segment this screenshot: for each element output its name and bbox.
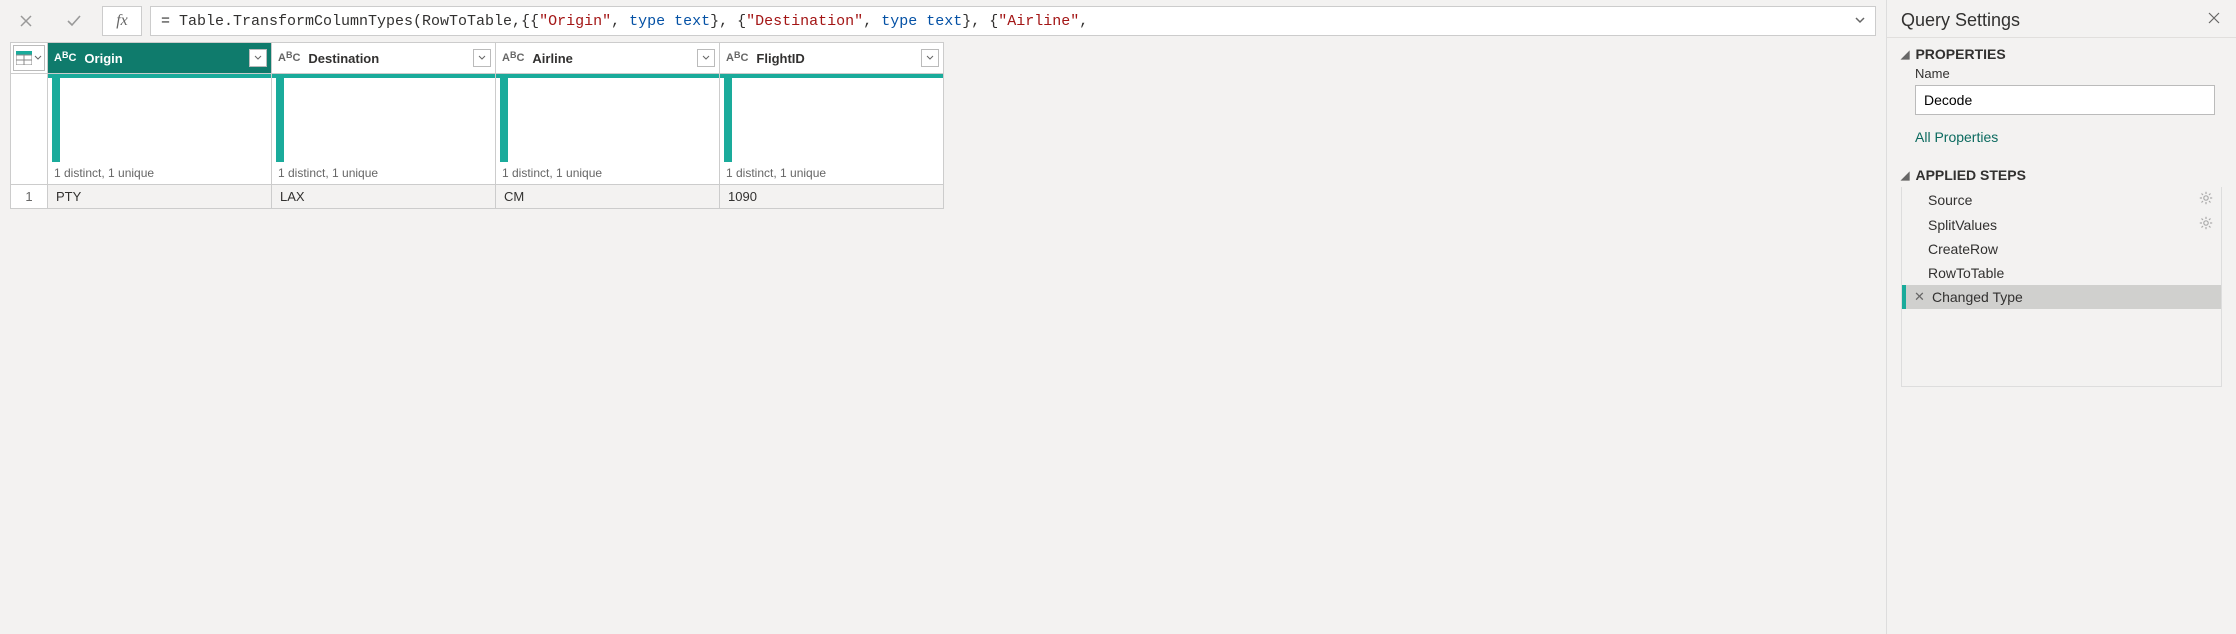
table-corner-button[interactable] bbox=[11, 43, 48, 74]
chevron-down-icon bbox=[926, 54, 934, 62]
distribution-spark bbox=[500, 74, 508, 162]
collapse-triangle-icon: ◢ bbox=[1901, 169, 1909, 182]
column-filter-button[interactable] bbox=[697, 49, 715, 67]
quality-label: 1 distinct, 1 unique bbox=[720, 162, 943, 184]
gear-icon bbox=[2199, 216, 2213, 230]
query-settings-panel: Query Settings ◢ PROPERTIES Name All Pro… bbox=[1886, 0, 2236, 634]
quality-bar bbox=[496, 74, 719, 78]
quality-label: 1 distinct, 1 unique bbox=[496, 162, 719, 184]
applied-steps-section: ◢ APPLIED STEPS Source SplitValues CreateR… bbox=[1887, 159, 2236, 387]
applied-step[interactable]: RowToTable bbox=[1902, 261, 2221, 285]
cancel-formula-button[interactable] bbox=[6, 6, 46, 36]
column-header[interactable]: ABC Destination bbox=[272, 43, 496, 74]
quality-bar bbox=[272, 74, 495, 78]
applied-step[interactable]: ✕ Changed Type bbox=[1902, 285, 2221, 309]
check-icon bbox=[65, 12, 83, 30]
gear-icon bbox=[2199, 191, 2213, 205]
panel-header: Query Settings bbox=[1887, 0, 2236, 38]
cell[interactable]: LAX bbox=[272, 185, 496, 209]
distribution-spark bbox=[52, 74, 60, 162]
column-filter-button[interactable] bbox=[921, 49, 939, 67]
collapse-triangle-icon: ◢ bbox=[1901, 48, 1909, 61]
step-settings-button[interactable] bbox=[2199, 216, 2213, 233]
column-name: Destination bbox=[306, 51, 469, 66]
data-table-wrap: ABC Origin ABC Destination ABC Airline ABC Flig… bbox=[0, 42, 1886, 209]
distribution-spark bbox=[724, 74, 732, 162]
column-name: Airline bbox=[530, 51, 693, 66]
step-label: CreateRow bbox=[1928, 241, 1998, 257]
step-settings-button[interactable] bbox=[2199, 191, 2213, 208]
main-area: fx = Table.TransformColumnTypes(RowToTab… bbox=[0, 0, 1886, 634]
chevron-down-icon bbox=[34, 54, 42, 62]
close-panel-button[interactable] bbox=[2206, 10, 2222, 31]
data-grid: ABC Origin ABC Destination ABC Airline ABC Flig… bbox=[10, 42, 944, 209]
cell[interactable]: CM bbox=[496, 185, 720, 209]
column-name: Origin bbox=[82, 51, 245, 66]
column-header[interactable]: ABC FlightID bbox=[720, 43, 944, 74]
panel-title: Query Settings bbox=[1901, 10, 2020, 31]
distribution-spark bbox=[276, 74, 284, 162]
quality-label: 1 distinct, 1 unique bbox=[48, 162, 271, 184]
header-row: ABC Origin ABC Destination ABC Airline ABC Flig… bbox=[11, 43, 944, 74]
formula-bar: fx = Table.TransformColumnTypes(RowToTab… bbox=[0, 0, 1886, 42]
cell[interactable]: PTY bbox=[48, 185, 272, 209]
type-text-icon[interactable]: ABC bbox=[724, 52, 750, 64]
step-label: SplitValues bbox=[1928, 217, 1997, 233]
steps-list: Source SplitValues CreateRow RowToTable✕ Cha… bbox=[1901, 187, 2222, 387]
column-header[interactable]: ABC Origin bbox=[48, 43, 272, 74]
cell[interactable]: 1090 bbox=[720, 185, 944, 209]
fx-button[interactable]: fx bbox=[102, 6, 142, 36]
chevron-down-icon bbox=[702, 54, 710, 62]
formula-text: = Table.TransformColumnTypes(RowToTable,… bbox=[161, 13, 1088, 30]
properties-label: PROPERTIES bbox=[1915, 46, 2005, 62]
step-label: RowToTable bbox=[1928, 265, 2004, 281]
query-name-input[interactable] bbox=[1915, 85, 2215, 115]
quality-bar bbox=[48, 74, 271, 78]
table-icon bbox=[16, 51, 32, 65]
quality-row: 1 distinct, 1 unique1 distinct, 1 unique… bbox=[11, 74, 944, 185]
quality-label: 1 distinct, 1 unique bbox=[272, 162, 495, 184]
row-index[interactable]: 1 bbox=[11, 185, 48, 209]
column-filter-button[interactable] bbox=[473, 49, 491, 67]
step-label: Source bbox=[1928, 192, 1972, 208]
step-label: Changed Type bbox=[1932, 289, 2023, 305]
type-text-icon[interactable]: ABC bbox=[52, 52, 78, 64]
name-field-label: Name bbox=[1915, 66, 2222, 81]
column-header[interactable]: ABC Airline bbox=[496, 43, 720, 74]
applied-step[interactable]: CreateRow bbox=[1902, 237, 2221, 261]
chevron-down-icon bbox=[1853, 13, 1867, 27]
close-icon bbox=[2206, 10, 2222, 26]
expand-formula-button[interactable] bbox=[1853, 13, 1867, 32]
formula-input[interactable]: = Table.TransformColumnTypes(RowToTable,… bbox=[150, 6, 1876, 36]
properties-header[interactable]: ◢ PROPERTIES bbox=[1901, 46, 2222, 62]
x-icon bbox=[18, 13, 34, 29]
confirm-formula-button[interactable] bbox=[54, 6, 94, 36]
column-name: FlightID bbox=[754, 51, 917, 66]
all-properties-link[interactable]: All Properties bbox=[1915, 129, 1998, 145]
type-text-icon[interactable]: ABC bbox=[276, 52, 302, 64]
applied-steps-label: APPLIED STEPS bbox=[1915, 167, 2025, 183]
applied-steps-header[interactable]: ◢ APPLIED STEPS bbox=[1901, 167, 2222, 183]
delete-step-button[interactable]: ✕ bbox=[1914, 289, 1925, 305]
applied-step[interactable]: Source bbox=[1902, 187, 2221, 212]
properties-section: ◢ PROPERTIES Name All Properties bbox=[1887, 38, 2236, 159]
type-text-icon[interactable]: ABC bbox=[500, 52, 526, 64]
column-filter-button[interactable] bbox=[249, 49, 267, 67]
chevron-down-icon bbox=[478, 54, 486, 62]
quality-bar bbox=[720, 74, 943, 78]
applied-step[interactable]: SplitValues bbox=[1902, 212, 2221, 237]
chevron-down-icon bbox=[254, 54, 262, 62]
table-row[interactable]: 1PTYLAXCM1090 bbox=[11, 185, 944, 209]
